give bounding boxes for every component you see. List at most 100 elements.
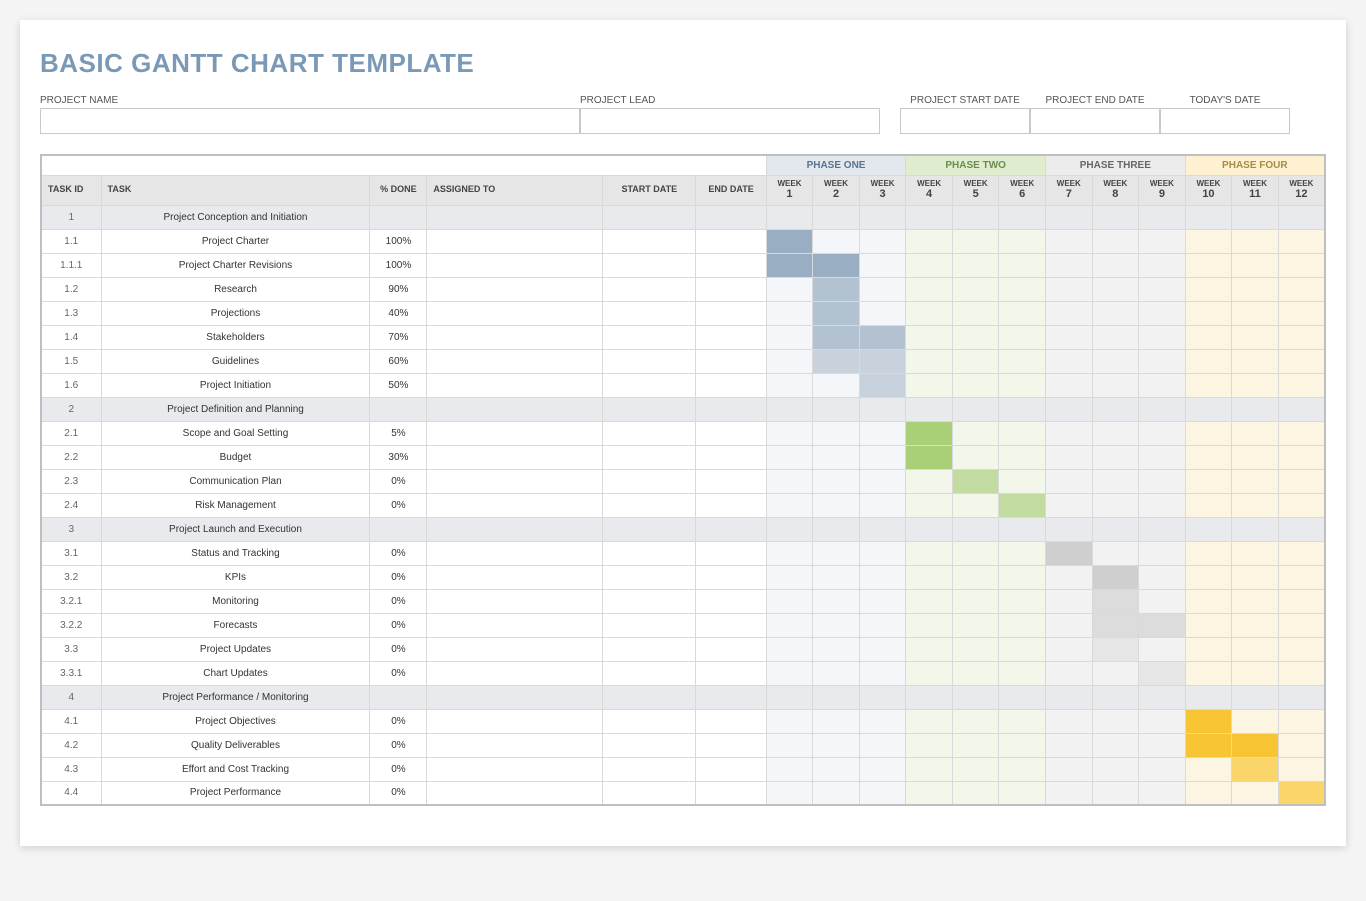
task-name-cell[interactable]: Status and Tracking	[101, 541, 370, 565]
week-5-cell[interactable]	[952, 301, 999, 325]
week-9-cell[interactable]	[1139, 397, 1186, 421]
week-9-cell[interactable]	[1139, 589, 1186, 613]
week-10-cell[interactable]	[1185, 661, 1232, 685]
week-10-cell[interactable]	[1185, 733, 1232, 757]
week-12-cell[interactable]	[1278, 541, 1325, 565]
week-7-cell[interactable]	[1046, 301, 1093, 325]
week-2-cell[interactable]	[813, 205, 860, 229]
end-date-cell[interactable]	[696, 445, 766, 469]
week-8-cell[interactable]	[1092, 397, 1139, 421]
start-date-cell[interactable]	[603, 637, 696, 661]
week-9-cell[interactable]	[1139, 277, 1186, 301]
week-9-cell[interactable]	[1139, 445, 1186, 469]
task-name-cell[interactable]: Quality Deliverables	[101, 733, 370, 757]
end-date-cell[interactable]	[696, 517, 766, 541]
week-9-cell[interactable]	[1139, 637, 1186, 661]
week-4-cell[interactable]	[906, 637, 953, 661]
week-6-cell[interactable]	[999, 733, 1046, 757]
week-6-cell[interactable]	[999, 781, 1046, 805]
week-12-cell[interactable]	[1278, 205, 1325, 229]
week-4-cell[interactable]	[906, 229, 953, 253]
week-9-cell[interactable]	[1139, 373, 1186, 397]
pct-done-cell[interactable]: 100%	[370, 229, 427, 253]
task-id-cell[interactable]: 4.4	[41, 781, 101, 805]
week-12-cell[interactable]	[1278, 229, 1325, 253]
task-name-cell[interactable]: Project Charter	[101, 229, 370, 253]
week-12-cell[interactable]	[1278, 589, 1325, 613]
week-7-cell[interactable]	[1046, 349, 1093, 373]
week-3-cell[interactable]	[859, 229, 906, 253]
week-5-cell[interactable]	[952, 541, 999, 565]
week-2-cell[interactable]	[813, 445, 860, 469]
start-date-cell[interactable]	[603, 277, 696, 301]
end-date-cell[interactable]	[696, 229, 766, 253]
task-name-cell[interactable]: Chart Updates	[101, 661, 370, 685]
task-id-cell[interactable]: 3.1	[41, 541, 101, 565]
week-7-cell[interactable]	[1046, 661, 1093, 685]
week-12-cell[interactable]	[1278, 469, 1325, 493]
week-8-cell[interactable]	[1092, 373, 1139, 397]
pct-done-cell[interactable]: 30%	[370, 445, 427, 469]
week-11-cell[interactable]	[1232, 229, 1279, 253]
pct-done-cell[interactable]	[370, 685, 427, 709]
week-3-cell[interactable]	[859, 301, 906, 325]
start-date-cell[interactable]	[603, 565, 696, 589]
week-5-cell[interactable]	[952, 733, 999, 757]
week-3-cell[interactable]	[859, 637, 906, 661]
week-12-cell[interactable]	[1278, 373, 1325, 397]
end-date-cell[interactable]	[696, 613, 766, 637]
end-date-cell[interactable]	[696, 565, 766, 589]
week-8-cell[interactable]	[1092, 685, 1139, 709]
week-4-cell[interactable]	[906, 253, 953, 277]
assigned-to-cell[interactable]	[427, 445, 603, 469]
week-1-cell[interactable]	[766, 445, 813, 469]
task-id-cell[interactable]: 1.1.1	[41, 253, 101, 277]
week-4-cell[interactable]	[906, 565, 953, 589]
week-8-cell[interactable]	[1092, 661, 1139, 685]
week-4-cell[interactable]	[906, 325, 953, 349]
week-11-cell[interactable]	[1232, 301, 1279, 325]
pct-done-cell[interactable]: 0%	[370, 493, 427, 517]
week-8-cell[interactable]	[1092, 781, 1139, 805]
week-10-cell[interactable]	[1185, 397, 1232, 421]
week-12-cell[interactable]	[1278, 325, 1325, 349]
task-name-cell[interactable]: Monitoring	[101, 589, 370, 613]
week-8-cell[interactable]	[1092, 517, 1139, 541]
pct-done-cell[interactable]: 0%	[370, 757, 427, 781]
week-9-cell[interactable]	[1139, 469, 1186, 493]
week-1-cell[interactable]	[766, 781, 813, 805]
task-id-cell[interactable]: 4.2	[41, 733, 101, 757]
week-7-cell[interactable]	[1046, 613, 1093, 637]
week-4-cell[interactable]	[906, 517, 953, 541]
week-11-cell[interactable]	[1232, 373, 1279, 397]
week-7-cell[interactable]	[1046, 421, 1093, 445]
pct-done-cell[interactable]: 70%	[370, 325, 427, 349]
end-date-cell[interactable]	[696, 325, 766, 349]
week-1-cell[interactable]	[766, 709, 813, 733]
week-1-cell[interactable]	[766, 205, 813, 229]
week-6-cell[interactable]	[999, 229, 1046, 253]
pct-done-cell[interactable]	[370, 517, 427, 541]
week-12-cell[interactable]	[1278, 733, 1325, 757]
week-3-cell[interactable]	[859, 469, 906, 493]
week-7-cell[interactable]	[1046, 637, 1093, 661]
pct-done-cell[interactable]: 0%	[370, 637, 427, 661]
week-1-cell[interactable]	[766, 373, 813, 397]
week-9-cell[interactable]	[1139, 541, 1186, 565]
week-6-cell[interactable]	[999, 421, 1046, 445]
week-10-cell[interactable]	[1185, 205, 1232, 229]
end-date-cell[interactable]	[696, 757, 766, 781]
week-7-cell[interactable]	[1046, 325, 1093, 349]
start-date-cell[interactable]	[603, 205, 696, 229]
week-2-cell[interactable]	[813, 493, 860, 517]
task-id-cell[interactable]: 1.2	[41, 277, 101, 301]
week-7-cell[interactable]	[1046, 565, 1093, 589]
task-name-cell[interactable]: Effort and Cost Tracking	[101, 757, 370, 781]
week-1-cell[interactable]	[766, 733, 813, 757]
week-11-cell[interactable]	[1232, 781, 1279, 805]
week-5-cell[interactable]	[952, 493, 999, 517]
pct-done-cell[interactable]: 100%	[370, 253, 427, 277]
week-8-cell[interactable]	[1092, 229, 1139, 253]
start-date-cell[interactable]	[603, 709, 696, 733]
week-3-cell[interactable]	[859, 253, 906, 277]
